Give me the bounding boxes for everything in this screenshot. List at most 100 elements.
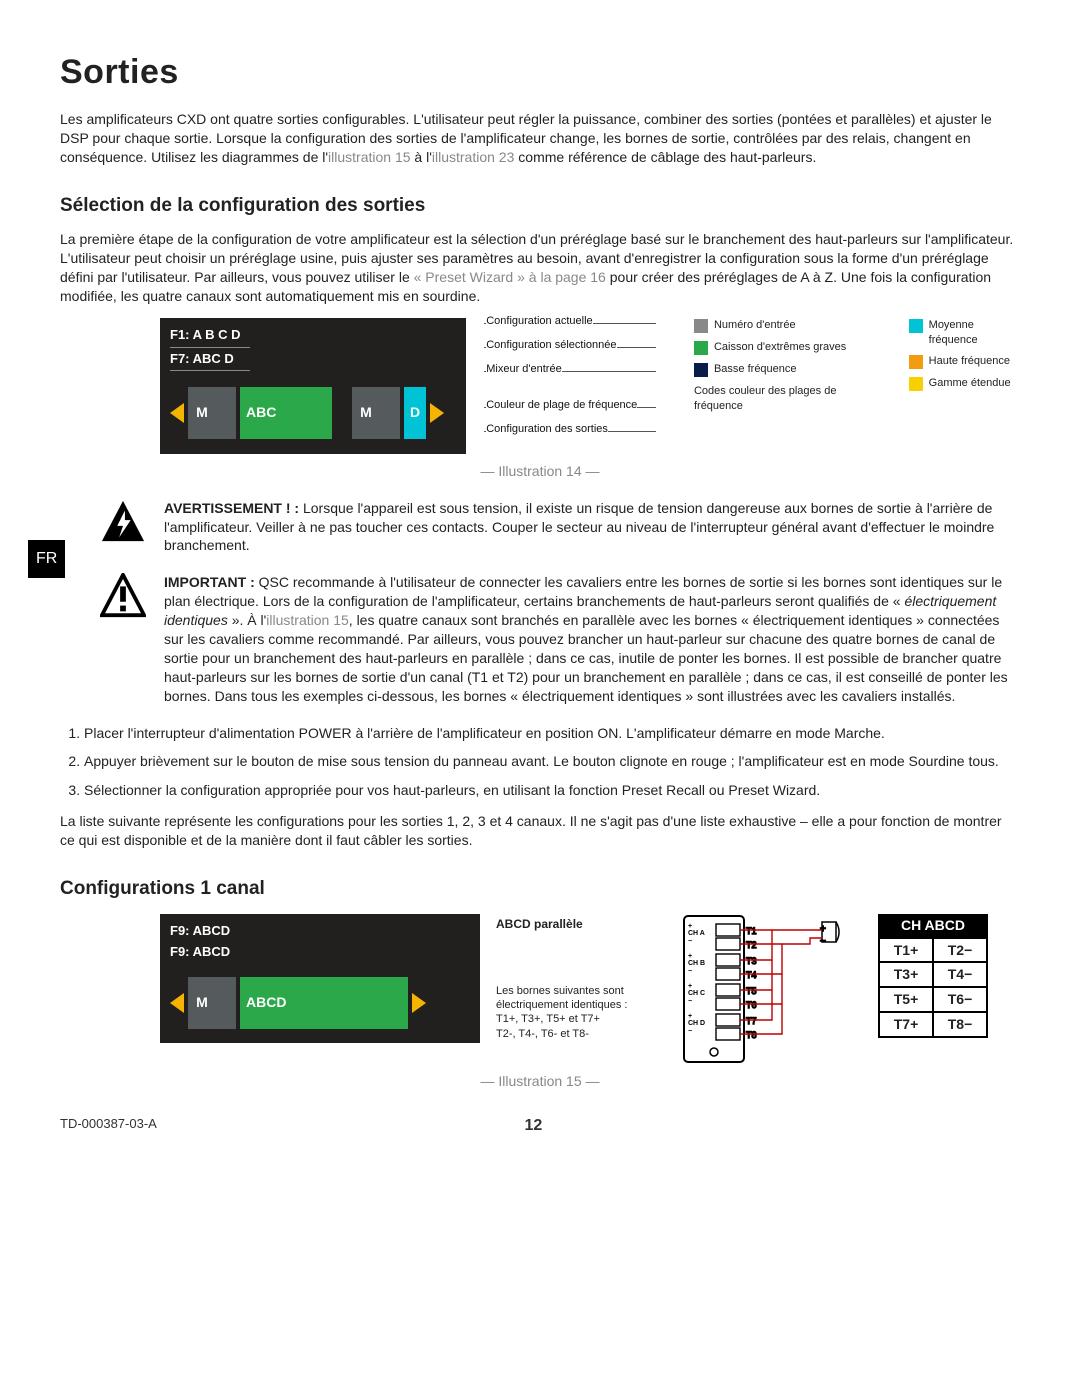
warning-row: AVERTISSEMENT ! : Lorsque l'appareil est… bbox=[60, 499, 1020, 556]
swatch-cyan bbox=[909, 319, 923, 333]
leader-3: Mixeur d'entrée bbox=[486, 362, 561, 377]
illustration-14: F1: A B C D F7: ABC D M ABC M D Configur… bbox=[160, 318, 1020, 454]
mixer-block-2: M bbox=[352, 387, 400, 439]
svg-text:+: + bbox=[688, 983, 692, 990]
important-text: IMPORTANT : QSC recommande à l'utilisate… bbox=[164, 573, 1020, 705]
intro-mid: à l' bbox=[411, 149, 432, 165]
doc-number: TD-000387-03-A bbox=[60, 1115, 157, 1137]
lcd-selected: F7: ABC D bbox=[170, 347, 250, 371]
svg-text:T8: T8 bbox=[746, 1030, 757, 1040]
t6: T6− bbox=[933, 987, 987, 1012]
caption-14: — Illustration 14 — bbox=[60, 462, 1020, 481]
svg-text:CH D: CH D bbox=[688, 1020, 705, 1027]
svg-text:CH C: CH C bbox=[688, 990, 705, 997]
paragraph-3: La liste suivante représente les configu… bbox=[60, 812, 1020, 850]
m-label-1: M bbox=[194, 403, 210, 422]
legend-ra: Moyenne fréquence bbox=[929, 318, 1020, 348]
svg-text:CH B: CH B bbox=[688, 960, 705, 967]
legend-la: Numéro d'entrée bbox=[714, 318, 796, 333]
important-label: IMPORTANT : bbox=[164, 574, 255, 590]
leader-2: Configuration sélectionnée bbox=[486, 338, 616, 353]
swatch-orange bbox=[909, 355, 923, 369]
arrow-right-icon bbox=[430, 403, 444, 423]
warning-label: AVERTISSEMENT ! : bbox=[164, 500, 299, 516]
svg-text:−: − bbox=[688, 938, 692, 945]
terminal-header: CH ABCD bbox=[878, 914, 988, 937]
hazard-voltage-icon bbox=[100, 499, 146, 545]
leader-1: Configuration actuelle bbox=[486, 314, 592, 329]
swatch-yellow bbox=[909, 377, 923, 391]
illus15-notes: ABCD parallèle Les bornes suivantes sont… bbox=[496, 914, 666, 1041]
mixer-block-1: M bbox=[188, 387, 236, 439]
swatch-green bbox=[694, 341, 708, 355]
svg-text:T6: T6 bbox=[746, 1000, 757, 1010]
t1: T1+ bbox=[879, 938, 933, 963]
svg-text:+: + bbox=[688, 923, 692, 930]
legend-lc: Basse fréquence bbox=[714, 362, 797, 377]
caution-icon bbox=[100, 573, 146, 619]
note-2: T1+, T3+, T5+ et T7+ bbox=[496, 1012, 666, 1026]
swatch-gray bbox=[694, 319, 708, 333]
t7: T7+ bbox=[879, 1012, 933, 1037]
paragraph-2: La première étape de la configuration de… bbox=[60, 230, 1020, 306]
t8: T8− bbox=[933, 1012, 987, 1037]
language-tab: FR bbox=[28, 540, 65, 578]
page-footer: TD-000387-03-A 12 bbox=[60, 1115, 1020, 1137]
lcd15-selected: F9: ABCD bbox=[170, 943, 230, 961]
step-1: Placer l'interrupteur d'alimentation POW… bbox=[84, 724, 1020, 743]
m-label: M bbox=[194, 993, 210, 1012]
svg-text:T3: T3 bbox=[746, 956, 757, 966]
m-label-2: M bbox=[358, 403, 374, 422]
imp-b: ». À l' bbox=[228, 612, 266, 628]
arrow-left-icon bbox=[170, 403, 184, 423]
xref-illus-15b: illustration 15 bbox=[266, 612, 349, 628]
wiring-diagram: T1 T2 T3 T4 T5 T6 T7 T8 +CH A− +CH B− +C… bbox=[682, 914, 862, 1064]
xref-illus-23: illustration 23 bbox=[432, 149, 515, 165]
section-heading-1: Sélection de la configuration des sortie… bbox=[60, 193, 1020, 219]
section-heading-2: Configurations 1 canal bbox=[60, 876, 1020, 902]
svg-text:−: − bbox=[688, 968, 692, 975]
t5: T5+ bbox=[879, 987, 933, 1012]
svg-text:T1: T1 bbox=[746, 926, 757, 936]
t4: T4− bbox=[933, 962, 987, 987]
svg-text:T7: T7 bbox=[746, 1016, 757, 1026]
note-3: T2-, T4-, T6- et T8- bbox=[496, 1027, 666, 1041]
xref-illus-15: illustration 15 bbox=[328, 149, 411, 165]
step-2: Appuyer brièvement sur le bouton de mise… bbox=[84, 752, 1020, 771]
illus-14-leaders: Configuration actuelle Configuration sél… bbox=[484, 318, 656, 454]
svg-text:T2: T2 bbox=[746, 940, 757, 950]
svg-text:+: + bbox=[688, 953, 692, 960]
svg-text:+: + bbox=[688, 1013, 692, 1020]
lcd-current: F1: A B C D bbox=[170, 326, 456, 344]
svg-text:T5: T5 bbox=[746, 986, 757, 996]
output-block-abc: ABC bbox=[240, 387, 332, 439]
svg-text:−: − bbox=[688, 1028, 692, 1035]
legend-col-left: Numéro d'entrée Caisson d'extrêmes grave… bbox=[694, 318, 879, 454]
note-1: Les bornes suivantes sont électriquement… bbox=[496, 984, 666, 1013]
swatch-navy bbox=[694, 363, 708, 377]
lcd-row: M ABC M D bbox=[170, 387, 456, 439]
lcd-screen: F1: A B C D F7: ABC D M ABC M D bbox=[160, 318, 466, 454]
output-block-abcd: ABCD bbox=[240, 977, 408, 1029]
t3: T3+ bbox=[879, 962, 933, 987]
svg-text:−: − bbox=[688, 998, 692, 1005]
arrow-right-icon bbox=[412, 993, 426, 1013]
caption-15: — Illustration 15 — bbox=[60, 1072, 1020, 1091]
step-3: Sélectionner la configuration appropriée… bbox=[84, 781, 1020, 800]
page-title: Sorties bbox=[60, 50, 1020, 96]
arrow-left-icon bbox=[170, 993, 184, 1013]
svg-text:T4: T4 bbox=[746, 970, 757, 980]
intro-end: comme référence de câblage des haut-parl… bbox=[514, 149, 816, 165]
xref-preset-wizard: « Preset Wizard » à la page 16 bbox=[414, 269, 606, 285]
terminal-table: CH ABCD T1+T2− T3+T4− T5+T6− T7+T8− bbox=[878, 914, 988, 1038]
legend-footer: Codes couleur des plages de fréquence bbox=[694, 384, 879, 414]
legend-rb: Haute fréquence bbox=[929, 354, 1010, 369]
svg-text:CH A: CH A bbox=[688, 930, 705, 937]
leader-4: Couleur de plage de fréquence bbox=[486, 398, 637, 413]
illus-14-legend: Numéro d'entrée Caisson d'extrêmes grave… bbox=[694, 318, 1020, 454]
t2: T2− bbox=[933, 938, 987, 963]
lcd15-current: F9: ABCD bbox=[170, 922, 470, 940]
output-block-d: D bbox=[404, 387, 426, 439]
illustration-15: F9: ABCD F9: ABCD M ABCD ABCD parallèle … bbox=[160, 914, 1020, 1064]
steps-list: Placer l'interrupteur d'alimentation POW… bbox=[84, 724, 1020, 801]
